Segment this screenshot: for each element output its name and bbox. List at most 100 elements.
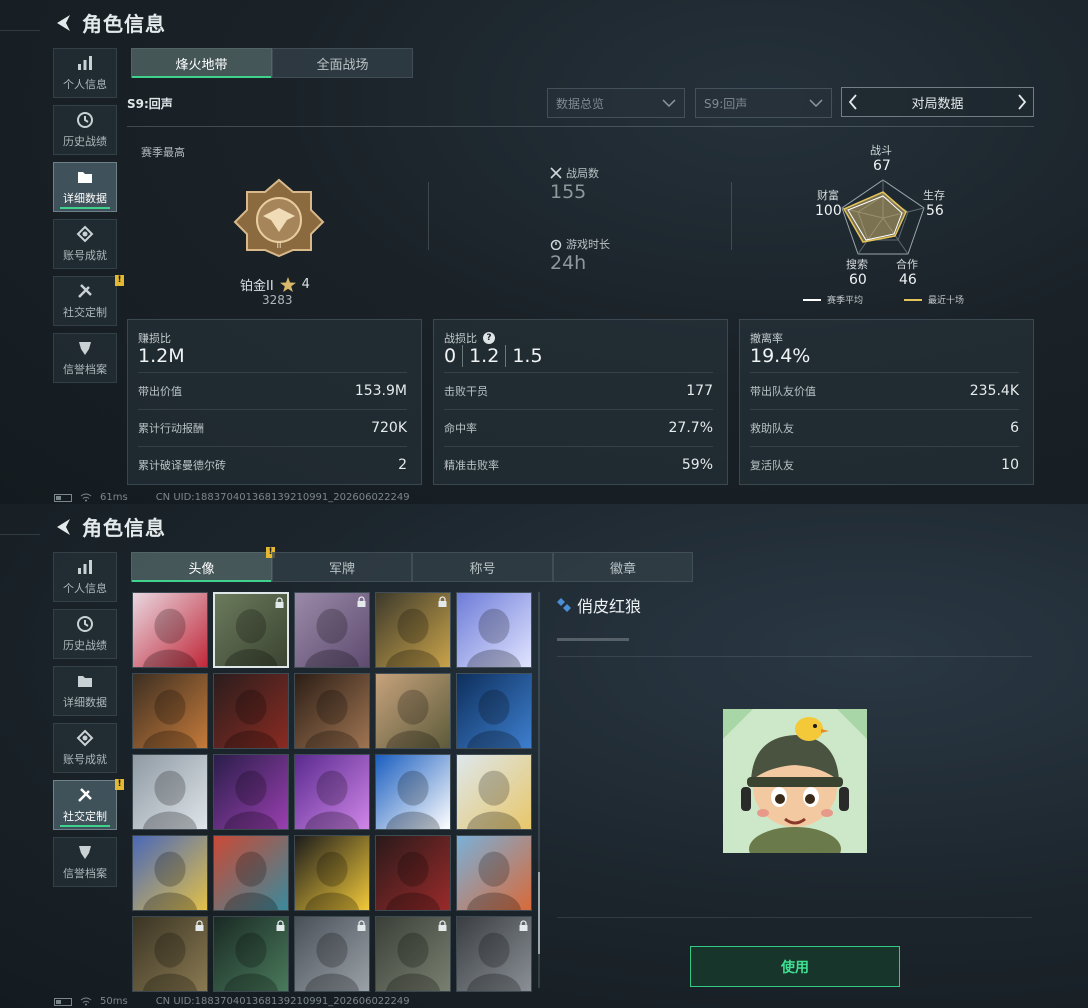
avatar-art: [133, 674, 207, 748]
sidebar-item-social-custom[interactable]: 社交定制 !: [53, 275, 124, 326]
overview-select[interactable]: 数据总览: [547, 88, 685, 118]
avatar-tile-bearded-man[interactable]: [294, 673, 370, 749]
use-button[interactable]: 使用: [690, 946, 900, 987]
avatar-tile-eri-globe[interactable]: [456, 916, 532, 992]
card-row: 救助队友 6: [750, 409, 1019, 446]
kd-value-1: 1.2: [469, 345, 500, 367]
lock-icon: [519, 920, 528, 931]
avatar-grid: [132, 592, 532, 992]
tab-label: 头像: [188, 561, 215, 577]
avatar-tile-triangle-emblem[interactable]: [375, 592, 451, 668]
card-label-text: 战损比: [444, 332, 477, 345]
sidebar-item-social-custom[interactable]: 社交定制 !: [53, 779, 124, 830]
sidebar-item-history[interactable]: 历史战绩: [53, 105, 117, 155]
avatar-tile-masked-figure[interactable]: [375, 835, 451, 911]
mode-switcher-label: 对局数据: [911, 96, 964, 112]
tab-dog-tag[interactable]: 军牌: [272, 552, 412, 582]
sidebar-item-label: 详细数据: [63, 696, 107, 709]
radar-chart: [841, 179, 925, 255]
avatar-tile-rose-skull[interactable]: [132, 592, 208, 668]
avatar-preview: [723, 709, 867, 853]
folder-icon: [78, 676, 92, 687]
sidebar-item-personal-info[interactable]: 个人信息: [53, 48, 117, 98]
avatar-tile-blonde-cartoon[interactable]: [456, 754, 532, 830]
avatar-tile-gear-emblem[interactable]: [294, 916, 370, 992]
page-header: 角色信息: [54, 8, 166, 37]
avatar-tile-battlefield[interactable]: [375, 916, 451, 992]
sidebar-item-label: 历史战绩: [63, 639, 107, 652]
avatar-art: [214, 836, 288, 910]
sidebar-item-label: 社交定制: [63, 306, 107, 319]
avatar-tile-gold-mascot[interactable]: [132, 835, 208, 911]
sidebar-item-achievements[interactable]: 账号成就: [53, 219, 117, 269]
sidebar-item-label: 账号成就: [63, 249, 107, 262]
row-label: 复活队友: [750, 459, 794, 472]
avatar-tile-goose-tape[interactable]: [294, 835, 370, 911]
wifi-icon: [80, 493, 92, 502]
tab-all-out-warfare[interactable]: 全面战场: [272, 48, 413, 78]
sidebar-item-history[interactable]: 历史战绩: [53, 609, 117, 659]
tab-title[interactable]: 称号: [412, 552, 553, 582]
chevron-down-icon: [809, 99, 823, 107]
rank-stars: 4: [301, 277, 310, 292]
select-value: 数据总览: [556, 96, 605, 111]
avatar-tile-mountain-chair[interactable]: [132, 754, 208, 830]
back-arrow-icon[interactable]: [54, 517, 72, 537]
selected-avatar-title: 俏皮红狼: [577, 597, 642, 616]
customization-panel: 角色信息 个人信息 历史战绩 详细数据 账号成就 社交定制 ! 信誉档案 头像 …: [0, 504, 1088, 1008]
avatar-tile-bald-operator[interactable]: [132, 916, 208, 992]
chevron-right-icon[interactable]: [1017, 94, 1027, 110]
avatar-tile-cat-girl[interactable]: [294, 592, 370, 668]
sidebar-item-label: 历史战绩: [63, 135, 107, 148]
avatar-tile-suit-man[interactable]: [213, 673, 289, 749]
playtime-label: 游戏时长: [550, 236, 610, 252]
tab-badge[interactable]: 徽章: [553, 552, 693, 582]
mode-switcher: 对局数据: [841, 87, 1034, 117]
sidebar-item-personal-info[interactable]: 个人信息: [53, 552, 117, 602]
avatar-tile-dark-hair-man[interactable]: [213, 916, 289, 992]
wifi-icon: [80, 997, 92, 1006]
sidebar-item-label: 社交定制: [63, 810, 107, 823]
tab-avatar[interactable]: 头像 !: [131, 547, 275, 582]
sidebar-item-achievements[interactable]: 账号成就: [53, 723, 117, 773]
row-value: 177: [686, 383, 713, 399]
extraction-card: 撤离率 19.4% 带出队友价值 235.4K 救助队友 6 复活队友 10: [739, 319, 1034, 485]
card-label: 战损比 ?: [444, 330, 495, 346]
back-arrow-icon[interactable]: [54, 13, 72, 33]
sidebar-item-reputation[interactable]: 信誉档案: [53, 837, 117, 887]
avatar-tile-helmet-soldier[interactable]: [132, 673, 208, 749]
kd-card: 战损比 ? 0 1.2 1.5 击败干员 177 命中率 27.7% 精准击败率 59…: [433, 319, 728, 485]
sidebar-item-reputation[interactable]: 信誉档案: [53, 333, 117, 383]
card-row: 击败干员 177: [444, 372, 713, 409]
chevron-left-icon[interactable]: [848, 94, 858, 110]
avatar-tile-glasses-man[interactable]: [213, 754, 289, 830]
avatar-tile-voyager[interactable]: [456, 592, 532, 668]
avatar-tile-desert-soldier[interactable]: [375, 673, 451, 749]
avatar-tile-soldier-chibi[interactable]: [213, 592, 289, 668]
avatar-tile-octopus[interactable]: [213, 835, 289, 911]
lock-icon: [276, 920, 285, 931]
avatar-tile-redhead-pinup[interactable]: [456, 835, 532, 911]
help-icon[interactable]: ?: [483, 332, 495, 344]
rank-score: 3283: [262, 293, 293, 307]
legend-season-average: 赛季平均: [803, 293, 863, 306]
scrollbar-thumb[interactable]: [538, 872, 540, 954]
avatar-art: [457, 836, 531, 910]
sidebar-item-label: 信誉档案: [63, 867, 107, 880]
avatar-tile-blue-robot[interactable]: [456, 673, 532, 749]
sidebar-item-detailed-data[interactable]: 详细数据: [53, 666, 117, 716]
card-value: 19.4%: [750, 345, 811, 367]
card-row: 命中率 27.7%: [444, 409, 713, 446]
avatar-tile-havk-logo[interactable]: [375, 754, 451, 830]
avatar-art: [376, 674, 450, 748]
sidebar-item-detailed-data[interactable]: 详细数据: [53, 162, 117, 212]
tools-icon: [78, 284, 92, 298]
season-label: S9:回声: [127, 97, 173, 111]
tab-hazard-zone[interactable]: 烽火地带: [131, 48, 272, 78]
stats-panel: 角色信息 个人信息 历史战绩 详细数据 账号成就 社交定制 ! 信誉档案 烽火地…: [0, 0, 1088, 504]
shield-icon: [79, 342, 91, 355]
card-value: 1.2M: [138, 345, 185, 367]
playtime-value: 24h: [550, 252, 587, 274]
season-select[interactable]: S9:回声: [695, 88, 832, 118]
avatar-tile-purple-girl[interactable]: [294, 754, 370, 830]
